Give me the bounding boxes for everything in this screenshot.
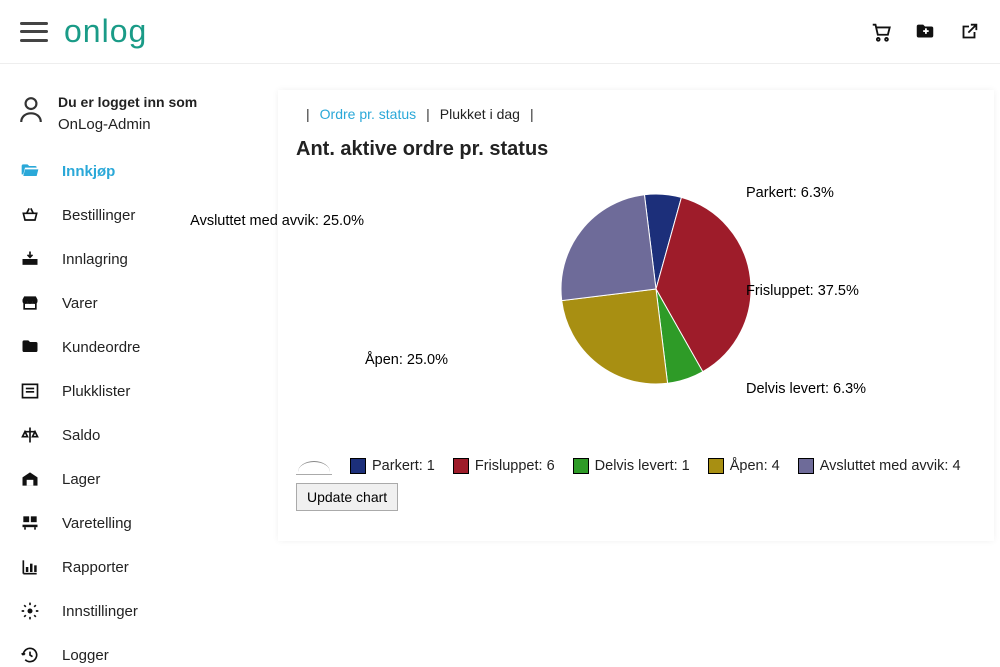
- sidebar-item-lager[interactable]: Lager: [18, 469, 254, 489]
- nav-label: Bestillinger: [62, 207, 135, 224]
- nav: Innkjøp Bestillinger Innlagring Varer Kundeo…: [18, 161, 254, 665]
- username: OnLog-Admin: [58, 116, 197, 133]
- legend-swatch: [350, 458, 366, 474]
- topbar-right: [870, 21, 980, 43]
- legend: Parkert: 1 Frisluppet: 6 Delvis levert: 1 Å…: [296, 457, 976, 475]
- gear-icon: [18, 601, 42, 621]
- folder-icon: [18, 337, 42, 357]
- data-label: Frisluppet: 37.5%: [746, 283, 859, 299]
- menu-icon[interactable]: [20, 22, 48, 42]
- external-link-icon[interactable]: [958, 21, 980, 43]
- data-label: Parkert: 6.3%: [746, 185, 834, 201]
- nav-label: Varer: [62, 295, 98, 312]
- pie-slice-avsluttet-med-avvik[interactable]: [561, 195, 656, 301]
- sidebar-item-innlagring[interactable]: Innlagring: [18, 249, 254, 269]
- logo[interactable]: onlog: [64, 13, 147, 50]
- login-label: Du er logget inn som: [58, 94, 197, 110]
- tab-ordre-status[interactable]: Ordre pr. status: [320, 106, 416, 122]
- data-label: Delvis levert: 6.3%: [746, 381, 866, 397]
- legend-label: Avsluttet med avvik: 4: [820, 458, 961, 474]
- pie-chart: Parkert: 6.3% Frisluppet: 37.5% Delvis lev…: [296, 179, 976, 449]
- legend-item[interactable]: Avsluttet med avvik: 4: [798, 458, 961, 474]
- sidebar-item-plukklister[interactable]: Plukklister: [18, 381, 254, 401]
- user-icon: [18, 94, 44, 124]
- topbar: onlog: [0, 0, 1000, 64]
- legend-item[interactable]: Delvis levert: 1: [573, 458, 690, 474]
- sidebar-item-kundeordre[interactable]: Kundeordre: [18, 337, 254, 357]
- card-title: Ant. aktive ordre pr. status: [296, 138, 976, 161]
- body: Du er logget inn som OnLog-Admin Innkjøp…: [0, 64, 1000, 667]
- legend-label: Delvis levert: 1: [595, 458, 690, 474]
- nav-label: Logger: [62, 647, 109, 664]
- legend-item[interactable]: Frisluppet: 6: [453, 458, 555, 474]
- nav-label: Innkjøp: [62, 163, 115, 180]
- pie-svg: [556, 189, 756, 389]
- sidebar: Du er logget inn som OnLog-Admin Innkjøp…: [0, 64, 254, 667]
- content-card: | Ordre pr. status | Plukket i dag | Ant…: [278, 90, 994, 541]
- data-label: Avsluttet med avvik: 25.0%: [190, 213, 364, 229]
- cart-icon[interactable]: [870, 21, 892, 43]
- tab-plukket[interactable]: Plukket i dag: [440, 106, 520, 122]
- update-chart-button[interactable]: Update chart: [296, 483, 398, 511]
- legend-label: Frisluppet: 6: [475, 458, 555, 474]
- folder-open-icon: [18, 161, 42, 181]
- legend-swatch: [573, 458, 589, 474]
- history-icon: [18, 645, 42, 665]
- legend-label: Åpen: 4: [730, 458, 780, 474]
- legend-swatch: [798, 458, 814, 474]
- zoom-reset-icon[interactable]: [296, 457, 332, 475]
- user-info: Du er logget inn som OnLog-Admin: [18, 94, 254, 133]
- sidebar-item-logger[interactable]: Logger: [18, 645, 254, 665]
- inbound-icon: [18, 249, 42, 269]
- pallet-icon: [18, 513, 42, 533]
- warehouse-icon: [18, 469, 42, 489]
- add-folder-icon[interactable]: [914, 21, 936, 43]
- legend-swatch: [453, 458, 469, 474]
- scale-icon: [18, 425, 42, 445]
- tabs: | Ordre pr. status | Plukket i dag |: [296, 106, 976, 122]
- nav-label: Lager: [62, 471, 100, 488]
- main: | Ordre pr. status | Plukket i dag | Ant…: [254, 64, 1000, 667]
- sidebar-item-varer[interactable]: Varer: [18, 293, 254, 313]
- pie-slice-åpen[interactable]: [562, 289, 668, 384]
- nav-label: Varetelling: [62, 515, 132, 532]
- nav-label: Innstillinger: [62, 603, 138, 620]
- nav-label: Saldo: [62, 427, 100, 444]
- store-icon: [18, 293, 42, 313]
- sidebar-item-innkjøp[interactable]: Innkjøp: [18, 161, 254, 181]
- chart-icon: [18, 557, 42, 577]
- nav-label: Innlagring: [62, 251, 128, 268]
- nav-label: Kundeordre: [62, 339, 140, 356]
- sidebar-item-innstillinger[interactable]: Innstillinger: [18, 601, 254, 621]
- list-icon: [18, 381, 42, 401]
- nav-label: Plukklister: [62, 383, 130, 400]
- legend-item[interactable]: Åpen: 4: [708, 458, 780, 474]
- sidebar-item-saldo[interactable]: Saldo: [18, 425, 254, 445]
- data-label: Åpen: 25.0%: [365, 352, 448, 368]
- legend-label: Parkert: 1: [372, 458, 435, 474]
- topbar-left: onlog: [20, 13, 147, 50]
- sidebar-item-rapporter[interactable]: Rapporter: [18, 557, 254, 577]
- nav-label: Rapporter: [62, 559, 129, 576]
- legend-item[interactable]: Parkert: 1: [350, 458, 435, 474]
- legend-swatch: [708, 458, 724, 474]
- user-text: Du er logget inn som OnLog-Admin: [58, 94, 197, 133]
- sidebar-item-varetelling[interactable]: Varetelling: [18, 513, 254, 533]
- basket-icon: [18, 205, 42, 225]
